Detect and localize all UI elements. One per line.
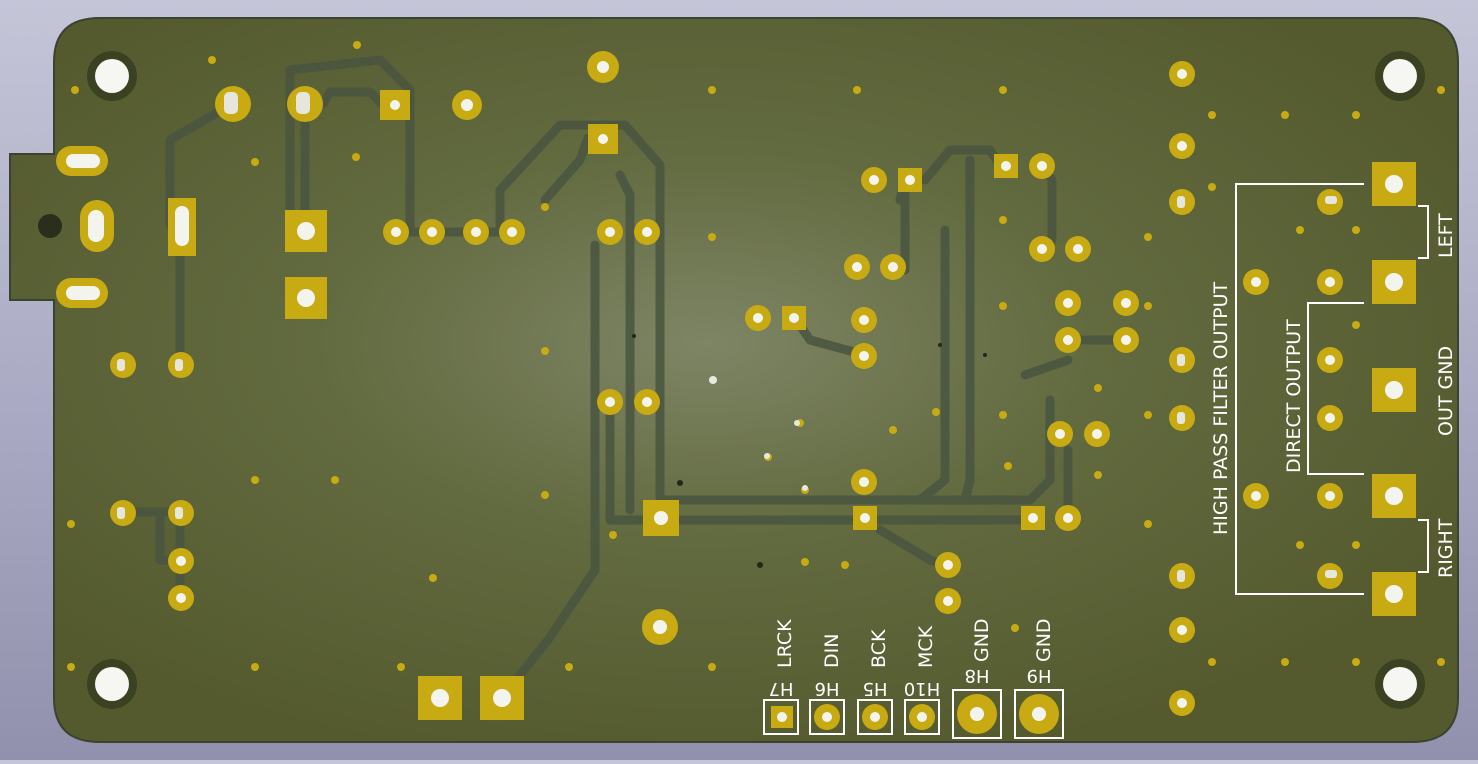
ref-h10: H10	[904, 678, 940, 699]
ref-h9: H9	[1027, 665, 1052, 686]
label-bck: BCK	[868, 629, 890, 668]
label-gnd-2: GND	[1033, 618, 1055, 662]
pcb-render-viewport: LRCK DIN BCK MCK GND GND H7 H6 H5 H10 H8…	[0, 0, 1478, 760]
label-din: DIN	[821, 634, 843, 668]
label-direct-output: DIRECT OUTPUT	[1283, 319, 1305, 473]
label-high-pass-filter-output: HIGH PASS FILTER OUTPUT	[1210, 281, 1232, 535]
label-lrck: LRCK	[774, 619, 796, 668]
ref-h8: H8	[965, 665, 990, 686]
pcb-board-view: LRCK DIN BCK MCK GND GND H7 H6 H5 H10 H8…	[9, 17, 1459, 743]
label-mck: MCK	[915, 625, 937, 668]
label-gnd-1: GND	[971, 618, 993, 662]
label-out-gnd: OUT GND	[1435, 346, 1457, 436]
label-left: LEFT	[1435, 213, 1457, 258]
ref-h6: H6	[815, 678, 840, 699]
ref-h7: H7	[769, 678, 794, 699]
board-outline	[9, 17, 1459, 743]
label-right: RIGHT	[1435, 518, 1457, 578]
ref-h5: H5	[863, 678, 888, 699]
